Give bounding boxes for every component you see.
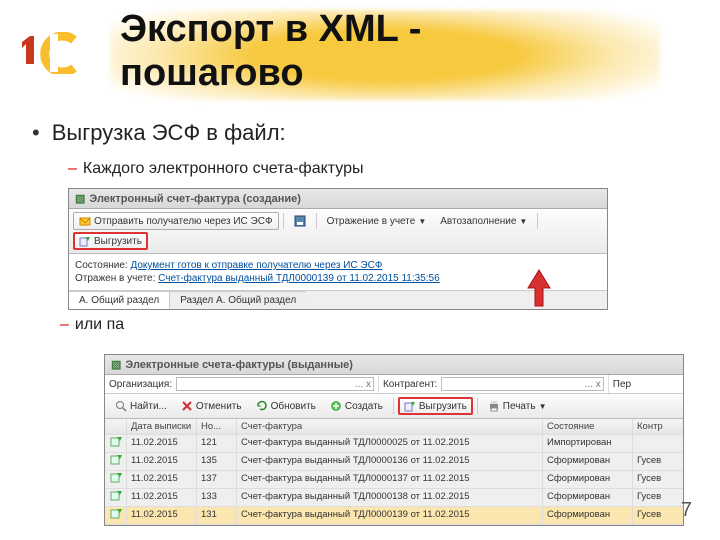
screenshot-invoice-list: ▧Электронные счета-фактуры (выданные) Ор… [104,354,684,526]
cell-counterparty: Гусев [633,471,683,488]
create-icon [330,400,342,412]
cell-invoice: Счет-фактура выданный ТДЛ0000025 от 11.0… [237,435,543,452]
row-icon [105,471,127,488]
col-number[interactable]: Но... [197,419,237,434]
bullet1-text: Выгрузка ЭСФ в файл: [52,120,286,145]
btn-refresh[interactable]: Обновить [250,397,322,415]
separator [537,213,538,229]
refresh-icon [256,400,268,412]
input-counterparty[interactable]: ... x [441,377,603,391]
title-line1: Экспорт в XML - [120,8,421,50]
row-icon [105,507,127,524]
status-label: Состояние: [75,260,128,271]
bullet-level1: • Выгрузка ЭСФ в файл: [32,120,700,146]
cell-status: Сформирован [543,471,633,488]
btn-cancel[interactable]: Отменить [175,397,248,415]
cell-status: Сформирован [543,489,633,506]
separator [316,213,317,229]
cell-counterparty: Гусев [633,453,683,470]
cell-date: 11.02.2015 [127,435,197,452]
table-row[interactable]: 11.02.2015135Счет-фактура выданный ТДЛ00… [105,453,683,471]
separator [477,398,478,414]
col-status[interactable]: Состояние [543,419,633,434]
row-icon [105,453,127,470]
btn-reflect[interactable]: Отражение в учете ▼ [321,213,433,230]
export-icon [79,235,91,247]
page-number: 7 [681,499,692,522]
cell-counterparty [633,435,683,452]
tab-section-a-full[interactable]: Раздел А. Общий раздел [170,291,306,309]
cancel-icon [181,400,193,412]
lbl-organization: Организация: [109,379,172,390]
tab-section-a[interactable]: А. Общий раздел [69,291,170,309]
btn-autofill[interactable]: Автозаполнение ▼ [434,213,533,230]
bullet-level2-a: –Каждого электронного счета-фактуры [68,160,700,178]
title-line2: пошагово [120,52,304,94]
input-organization[interactable]: ... x [176,377,374,391]
btn-send-via-is-esf[interactable]: Отправить получателю через ИС ЭСФ [73,212,279,230]
save-icon [294,215,306,227]
sub2-text: или па [75,316,124,333]
window-title-1: ▧Электронный счет-фактура (создание) [69,189,607,209]
cell-invoice: Счет-фактура выданный ТДЛ0000138 от 11.0… [237,489,543,506]
col-counterparty[interactable]: Контр [633,419,683,434]
separator [393,398,394,414]
bullet-dot: • [32,120,40,145]
btn-find[interactable]: Найти... [109,397,173,415]
reflect-link[interactable]: Счет-фактура выданный ТДЛ0000139 от 11.0… [158,273,440,284]
cell-status: Сформирован [543,453,633,470]
btn-export-list-highlighted[interactable]: Выгрузить [398,397,473,415]
lbl-period: Пер [613,379,631,390]
table-row[interactable]: 11.02.2015131Счет-фактура выданный ТДЛ00… [105,507,683,525]
reflect-label: Отражен в учете: [75,273,155,284]
window-title-2: ▧Электронные счета-фактуры (выданные) [105,355,683,375]
bullet-level2-b-truncated: –или па [60,316,124,334]
print-icon [488,400,500,412]
lbl-counterparty: Контрагент: [383,379,437,390]
cell-number: 133 [197,489,237,506]
slide-title: Экспорт в XML - пошагово [120,8,421,95]
cell-number: 135 [197,453,237,470]
cell-date: 11.02.2015 [127,471,197,488]
row-icon [105,489,127,506]
btn-export-highlighted[interactable]: Выгрузить [73,232,148,250]
btn-save-icon[interactable] [288,212,312,230]
sub1-text: Каждого электронного счета-фактуры [83,160,364,177]
row-icon [105,435,127,452]
cell-invoice: Счет-фактура выданный ТДЛ0000137 от 11.0… [237,471,543,488]
cell-invoice: Счет-фактура выданный ТДЛ0000139 от 11.0… [237,507,543,524]
cell-number: 137 [197,471,237,488]
btn-create[interactable]: Создать [324,397,389,415]
cell-number: 131 [197,507,237,524]
cell-number: 121 [197,435,237,452]
bullet-dash: – [60,316,69,333]
logo-1c [22,32,94,79]
send-icon [79,215,91,227]
red-arrow-callout [526,268,552,311]
cell-invoice: Счет-фактура выданный ТДЛ0000136 от 11.0… [237,453,543,470]
cell-status: Сформирован [543,507,633,524]
export-icon [404,400,416,412]
cell-date: 11.02.2015 [127,453,197,470]
grid-header: Дата выписки Но... Счет-фактура Состояни… [105,419,683,435]
cell-date: 11.02.2015 [127,507,197,524]
screenshot-invoice-form: ▧Электронный счет-фактура (создание) Отп… [68,188,608,310]
status-link[interactable]: Документ готов к отправке получателю чер… [130,260,382,271]
table-row[interactable]: 11.02.2015121Счет-фактура выданный ТДЛ00… [105,435,683,453]
bullet-dash: – [68,160,77,177]
btn-print[interactable]: Печать ▼ [482,397,553,415]
table-row[interactable]: 11.02.2015137Счет-фактура выданный ТДЛ00… [105,471,683,489]
cell-date: 11.02.2015 [127,489,197,506]
col-invoice[interactable]: Счет-фактура [237,419,543,434]
separator [283,213,284,229]
cell-status: Импортирован [543,435,633,452]
table-row[interactable]: 11.02.2015133Счет-фактура выданный ТДЛ00… [105,489,683,507]
cell-counterparty: Гусев [633,507,683,524]
col-date[interactable]: Дата выписки [127,419,197,434]
search-icon [115,400,127,412]
cell-counterparty: Гусев [633,489,683,506]
